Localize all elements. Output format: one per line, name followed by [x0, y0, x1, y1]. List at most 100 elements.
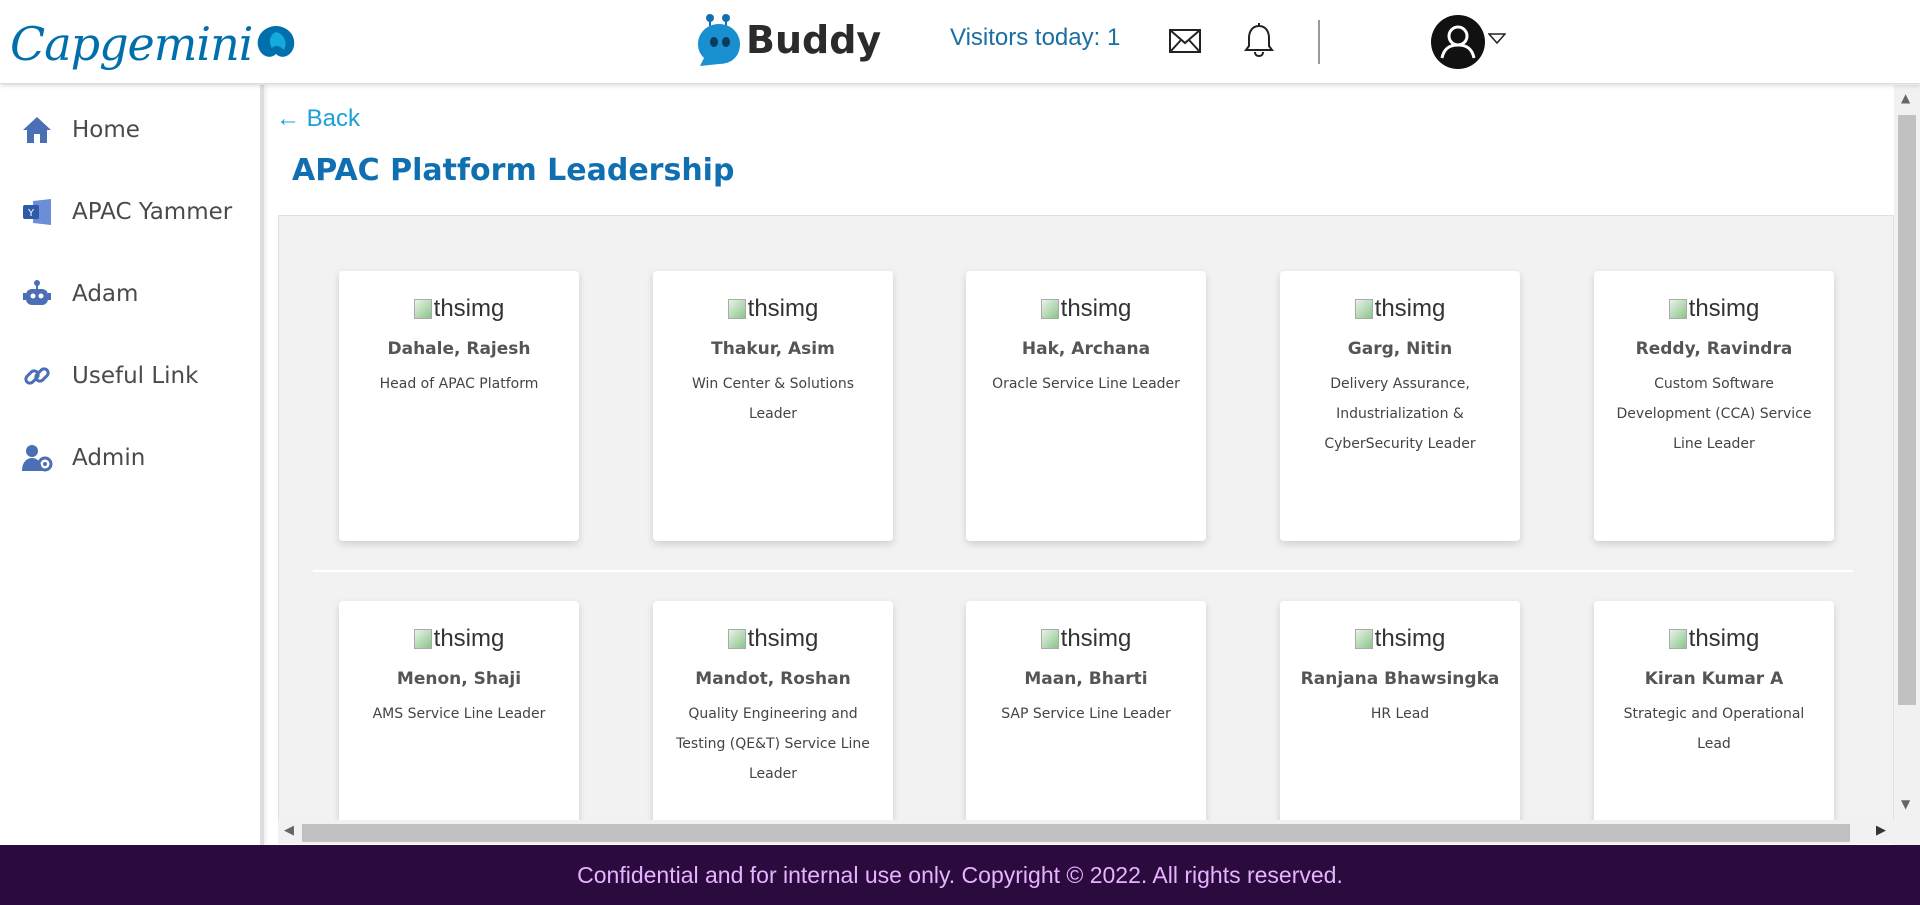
- scroll-right-icon[interactable]: ▶: [1876, 823, 1886, 838]
- image-alt-text: thsimg: [1688, 295, 1760, 322]
- sidebar-item-home[interactable]: Home: [20, 113, 140, 147]
- capgemini-logo[interactable]: Capgemini: [10, 12, 298, 76]
- sidebar-item-label: Useful Link: [72, 363, 199, 389]
- profile-image: thsimg: [1668, 295, 1760, 323]
- row-divider: [313, 570, 1853, 572]
- leader-name: Menon, Shaji: [396, 669, 522, 689]
- buddy-logo[interactable]: Buddy: [696, 12, 881, 68]
- mail-icon[interactable]: [1168, 28, 1202, 58]
- sidebar-item-label: Adam: [72, 281, 139, 307]
- leader-card[interactable]: thsimg Menon, Shaji AMS Service Line Lea…: [339, 601, 579, 820]
- leader-name: Reddy, Ravindra: [1635, 339, 1793, 359]
- leader-name: Dahale, Rajesh: [387, 339, 531, 359]
- vertical-scroll-thumb[interactable]: [1898, 115, 1916, 705]
- broken-image-icon: [1354, 629, 1373, 649]
- broken-image-icon: [727, 299, 746, 319]
- scroll-down-icon[interactable]: ▼: [1901, 797, 1910, 811]
- leader-card[interactable]: thsimg Mandot, Roshan Quality Engineerin…: [653, 601, 893, 820]
- sidebar: Home Y APAC Yammer Adam Useful Link Admi…: [0, 85, 264, 845]
- leader-role: Quality Engineering and Testing (QE&T) S…: [676, 706, 870, 782]
- leader-name: Kiran Kumar A: [1644, 669, 1784, 689]
- horizontal-scroll-thumb[interactable]: [302, 824, 1850, 842]
- leaders-panel: thsimg Dahale, Rajesh Head of APAC Platf…: [278, 215, 1894, 820]
- broken-image-icon: [727, 629, 746, 649]
- buddy-title: Buddy: [746, 18, 882, 62]
- leader-role: Head of APAC Platform: [379, 376, 539, 392]
- spade-logo-icon: [258, 26, 295, 57]
- leader-name: Mandot, Roshan: [695, 669, 851, 689]
- bell-icon[interactable]: [1243, 22, 1275, 62]
- leader-role: SAP Service Line Leader: [1001, 706, 1171, 722]
- back-link[interactable]: ← Back: [276, 105, 360, 133]
- profile-image: thsimg: [1040, 295, 1132, 323]
- robot-icon: [20, 277, 54, 311]
- image-alt-text: thsimg: [1060, 625, 1132, 652]
- header-divider: [1318, 20, 1320, 64]
- footer: Confidential and for internal use only. …: [0, 845, 1920, 905]
- profile-image: thsimg: [1668, 625, 1760, 653]
- top-bar: Capgemini Buddy Visitors today: 1: [0, 0, 1920, 84]
- leader-role: Custom Software Development (CCA) Servic…: [1616, 376, 1812, 452]
- sidebar-item-useful-link[interactable]: Useful Link: [20, 359, 198, 393]
- sidebar-item-apac-yammer[interactable]: Y APAC Yammer: [20, 195, 232, 229]
- image-alt-text: thsimg: [1374, 295, 1446, 322]
- leader-role: Oracle Service Line Leader: [992, 376, 1180, 392]
- broken-image-icon: [413, 629, 432, 649]
- home-icon: [20, 113, 54, 147]
- link-icon: [20, 359, 54, 393]
- leader-role: Win Center & Solutions Leader: [691, 376, 854, 422]
- leader-card[interactable]: thsimg Kiran Kumar A Strategic and Opera…: [1594, 601, 1834, 820]
- profile-image: thsimg: [1354, 625, 1446, 653]
- sidebar-item-admin[interactable]: Admin: [20, 441, 145, 475]
- sidebar-item-label: APAC Yammer: [72, 199, 233, 225]
- broken-image-icon: [1668, 629, 1687, 649]
- footer-text: Confidential and for internal use only. …: [577, 861, 1343, 888]
- scroll-up-icon[interactable]: ▲: [1901, 91, 1910, 105]
- leader-card[interactable]: thsimg Maan, Bharti SAP Service Line Lea…: [966, 601, 1206, 820]
- leader-card[interactable]: thsimg Hak, Archana Oracle Service Line …: [966, 271, 1206, 541]
- admin-icon: [20, 441, 54, 475]
- image-alt-text: thsimg: [747, 295, 819, 322]
- leader-card[interactable]: thsimg Thakur, Asim Win Center & Solutio…: [653, 271, 893, 541]
- broken-image-icon: [1354, 299, 1373, 319]
- leader-name: Maan, Bharti: [1024, 669, 1148, 689]
- broken-image-icon: [1668, 299, 1687, 319]
- profile-image: thsimg: [413, 295, 505, 323]
- leader-card[interactable]: thsimg Dahale, Rajesh Head of APAC Platf…: [339, 271, 579, 541]
- vertical-scrollbar[interactable]: ▲ ▼: [1894, 85, 1920, 845]
- broken-image-icon: [1040, 629, 1059, 649]
- profile-image: thsimg: [1354, 295, 1446, 323]
- horizontal-scrollbar[interactable]: ◀ ▶: [278, 820, 1894, 844]
- logo-text: Capgemini: [10, 17, 253, 71]
- image-alt-text: thsimg: [1688, 625, 1760, 652]
- buddy-bot-icon: [698, 14, 740, 66]
- profile-image: thsimg: [1040, 625, 1132, 653]
- leader-name: Ranjana Bhawsingka: [1300, 669, 1500, 689]
- image-alt-text: thsimg: [433, 625, 505, 652]
- leader-role: Strategic and Operational Lead: [1623, 706, 1805, 752]
- leader-role: AMS Service Line Leader: [372, 706, 546, 722]
- leader-card[interactable]: thsimg Ranjana Bhawsingka HR Lead: [1280, 601, 1520, 820]
- page-title: APAC Platform Leadership: [292, 153, 735, 188]
- svg-text:Y: Y: [27, 208, 35, 219]
- leader-name: Hak, Archana: [1021, 339, 1151, 359]
- leader-card[interactable]: thsimg Reddy, Ravindra Custom Software D…: [1594, 271, 1834, 541]
- user-avatar-icon[interactable]: [1430, 14, 1486, 74]
- sidebar-item-label: Admin: [72, 445, 146, 471]
- leader-name: Thakur, Asim: [711, 339, 835, 359]
- visitors-count: Visitors today: 1: [950, 24, 1121, 51]
- broken-image-icon: [413, 299, 432, 319]
- sidebar-item-label: Home: [72, 117, 140, 143]
- leader-name: Garg, Nitin: [1347, 339, 1453, 359]
- leader-role: Delivery Assurance, Industrialization & …: [1324, 376, 1476, 452]
- sidebar-item-adam[interactable]: Adam: [20, 277, 138, 311]
- image-alt-text: thsimg: [1060, 295, 1132, 322]
- chevron-down-icon[interactable]: [1487, 30, 1507, 49]
- profile-image: thsimg: [727, 625, 819, 653]
- leader-card[interactable]: thsimg Garg, Nitin Delivery Assurance, I…: [1280, 271, 1520, 541]
- profile-image: thsimg: [413, 625, 505, 653]
- image-alt-text: thsimg: [747, 625, 819, 652]
- scroll-left-icon[interactable]: ◀: [284, 823, 294, 838]
- image-alt-text: thsimg: [433, 295, 505, 322]
- image-alt-text: thsimg: [1374, 625, 1446, 652]
